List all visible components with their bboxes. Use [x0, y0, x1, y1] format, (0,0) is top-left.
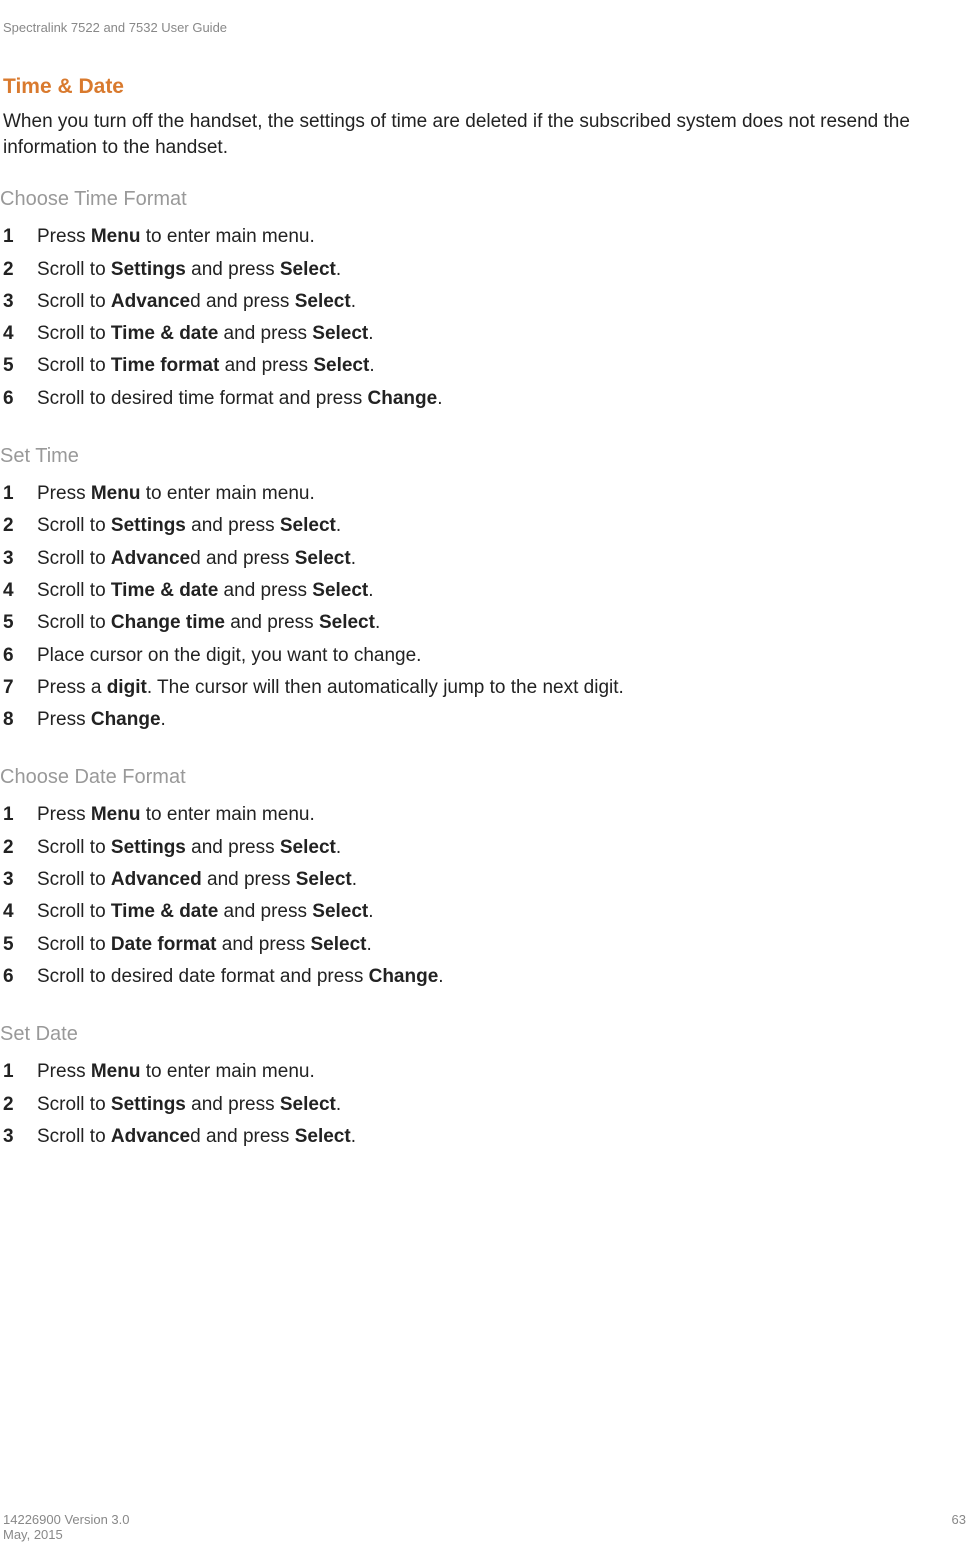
step: 3Scroll to Advanced and press Select.	[3, 286, 972, 318]
step: 3Scroll to Advanced and press Select.	[3, 1121, 972, 1153]
step: 3Scroll to Advanced and press Select.	[3, 543, 972, 575]
steps-list: 1Press Menu to enter main menu. 2Scroll …	[3, 1056, 972, 1153]
step-number: 4	[3, 575, 37, 607]
step-number: 6	[3, 640, 37, 672]
step-text: Press Menu to enter main menu.	[37, 478, 315, 510]
subsection-choose-time-format: Choose Time Format 1Press Menu to enter …	[0, 188, 972, 415]
subsection-title: Set Time	[0, 445, 972, 468]
step-number: 2	[3, 832, 37, 864]
step: 2Scroll to Settings and press Select.	[3, 832, 972, 864]
step: 5Scroll to Date format and press Select.	[3, 929, 972, 961]
step: 4Scroll to Time & date and press Select.	[3, 896, 972, 928]
step: 1Press Menu to enter main menu.	[3, 1056, 972, 1088]
step-number: 3	[3, 543, 37, 575]
subsection-set-date: Set Date 1Press Menu to enter main menu.…	[0, 1023, 972, 1153]
steps-list: 1Press Menu to enter main menu. 2Scroll …	[3, 799, 972, 993]
step-number: 2	[3, 254, 37, 286]
step-text: Scroll to desired time format and press …	[37, 383, 443, 415]
step-number: 1	[3, 1056, 37, 1088]
step-text: Scroll to Change time and press Select.	[37, 607, 380, 639]
step: 8Press Change.	[3, 704, 972, 736]
step-text: Scroll to desired date format and press …	[37, 961, 444, 993]
step-text: Place cursor on the digit, you want to c…	[37, 640, 421, 672]
step-number: 7	[3, 672, 37, 704]
step-number: 1	[3, 478, 37, 510]
step: 5Scroll to Time format and press Select.	[3, 350, 972, 382]
step-text: Scroll to Advanced and press Select.	[37, 864, 357, 896]
step-text: Scroll to Settings and press Select.	[37, 1089, 341, 1121]
step: 1Press Menu to enter main menu.	[3, 221, 972, 253]
step: 2Scroll to Settings and press Select.	[3, 510, 972, 542]
step-number: 3	[3, 286, 37, 318]
step-text: Press Menu to enter main menu.	[37, 1056, 315, 1088]
step-text: Scroll to Settings and press Select.	[37, 510, 341, 542]
step: 5Scroll to Change time and press Select.	[3, 607, 972, 639]
step-text: Scroll to Advanced and press Select.	[37, 543, 356, 575]
step-number: 8	[3, 704, 37, 736]
footer-version: 14226900 Version 3.0	[3, 1512, 130, 1527]
step: 1Press Menu to enter main menu.	[3, 478, 972, 510]
step-number: 2	[3, 510, 37, 542]
step-number: 2	[3, 1089, 37, 1121]
step-number: 3	[3, 864, 37, 896]
step: 7Press a digit. The cursor will then aut…	[3, 672, 972, 704]
subsection-set-time: Set Time 1Press Menu to enter main menu.…	[0, 445, 972, 736]
step-number: 5	[3, 607, 37, 639]
header-guide-title: Spectralink 7522 and 7532 User Guide	[3, 20, 972, 35]
step: 2Scroll to Settings and press Select.	[3, 254, 972, 286]
step: 4Scroll to Time & date and press Select.	[3, 318, 972, 350]
step-number: 4	[3, 896, 37, 928]
subsection-title: Choose Date Format	[0, 766, 972, 789]
footer-page-number: 63	[952, 1512, 966, 1542]
step-text: Scroll to Time & date and press Select.	[37, 896, 374, 928]
step-text: Scroll to Time format and press Select.	[37, 350, 375, 382]
step-text: Scroll to Settings and press Select.	[37, 832, 341, 864]
step: 6Place cursor on the digit, you want to …	[3, 640, 972, 672]
subsection-title: Choose Time Format	[0, 188, 972, 211]
step-number: 6	[3, 961, 37, 993]
step: 3Scroll to Advanced and press Select.	[3, 864, 972, 896]
steps-list: 1Press Menu to enter main menu. 2Scroll …	[3, 221, 972, 415]
step-number: 3	[3, 1121, 37, 1153]
step-number: 1	[3, 221, 37, 253]
step-text: Scroll to Settings and press Select.	[37, 254, 341, 286]
section-title: Time & Date	[3, 75, 972, 99]
subsection-title: Set Date	[0, 1023, 972, 1046]
step-text: Scroll to Advanced and press Select.	[37, 286, 356, 318]
step: 6Scroll to desired date format and press…	[3, 961, 972, 993]
footer-date: May, 2015	[3, 1527, 130, 1542]
intro-text: When you turn off the handset, the setti…	[3, 109, 972, 160]
step-number: 1	[3, 799, 37, 831]
step-text: Scroll to Date format and press Select.	[37, 929, 372, 961]
step: 1Press Menu to enter main menu.	[3, 799, 972, 831]
step: 4Scroll to Time & date and press Select.	[3, 575, 972, 607]
step-number: 6	[3, 383, 37, 415]
step: 6Scroll to desired time format and press…	[3, 383, 972, 415]
footer: 14226900 Version 3.0 May, 2015 63	[3, 1512, 966, 1542]
step-text: Scroll to Time & date and press Select.	[37, 318, 374, 350]
step-text: Press Change.	[37, 704, 166, 736]
footer-left: 14226900 Version 3.0 May, 2015	[3, 1512, 130, 1542]
step-number: 4	[3, 318, 37, 350]
step-text: Press Menu to enter main menu.	[37, 799, 315, 831]
step-text: Press a digit. The cursor will then auto…	[37, 672, 624, 704]
step-text: Scroll to Advanced and press Select.	[37, 1121, 356, 1153]
page-container: Spectralink 7522 and 7532 User Guide Tim…	[0, 0, 972, 1558]
subsection-choose-date-format: Choose Date Format 1Press Menu to enter …	[0, 766, 972, 993]
step-text: Press Menu to enter main menu.	[37, 221, 315, 253]
step-number: 5	[3, 350, 37, 382]
step: 2Scroll to Settings and press Select.	[3, 1089, 972, 1121]
step-text: Scroll to Time & date and press Select.	[37, 575, 374, 607]
steps-list: 1Press Menu to enter main menu. 2Scroll …	[3, 478, 972, 736]
step-number: 5	[3, 929, 37, 961]
